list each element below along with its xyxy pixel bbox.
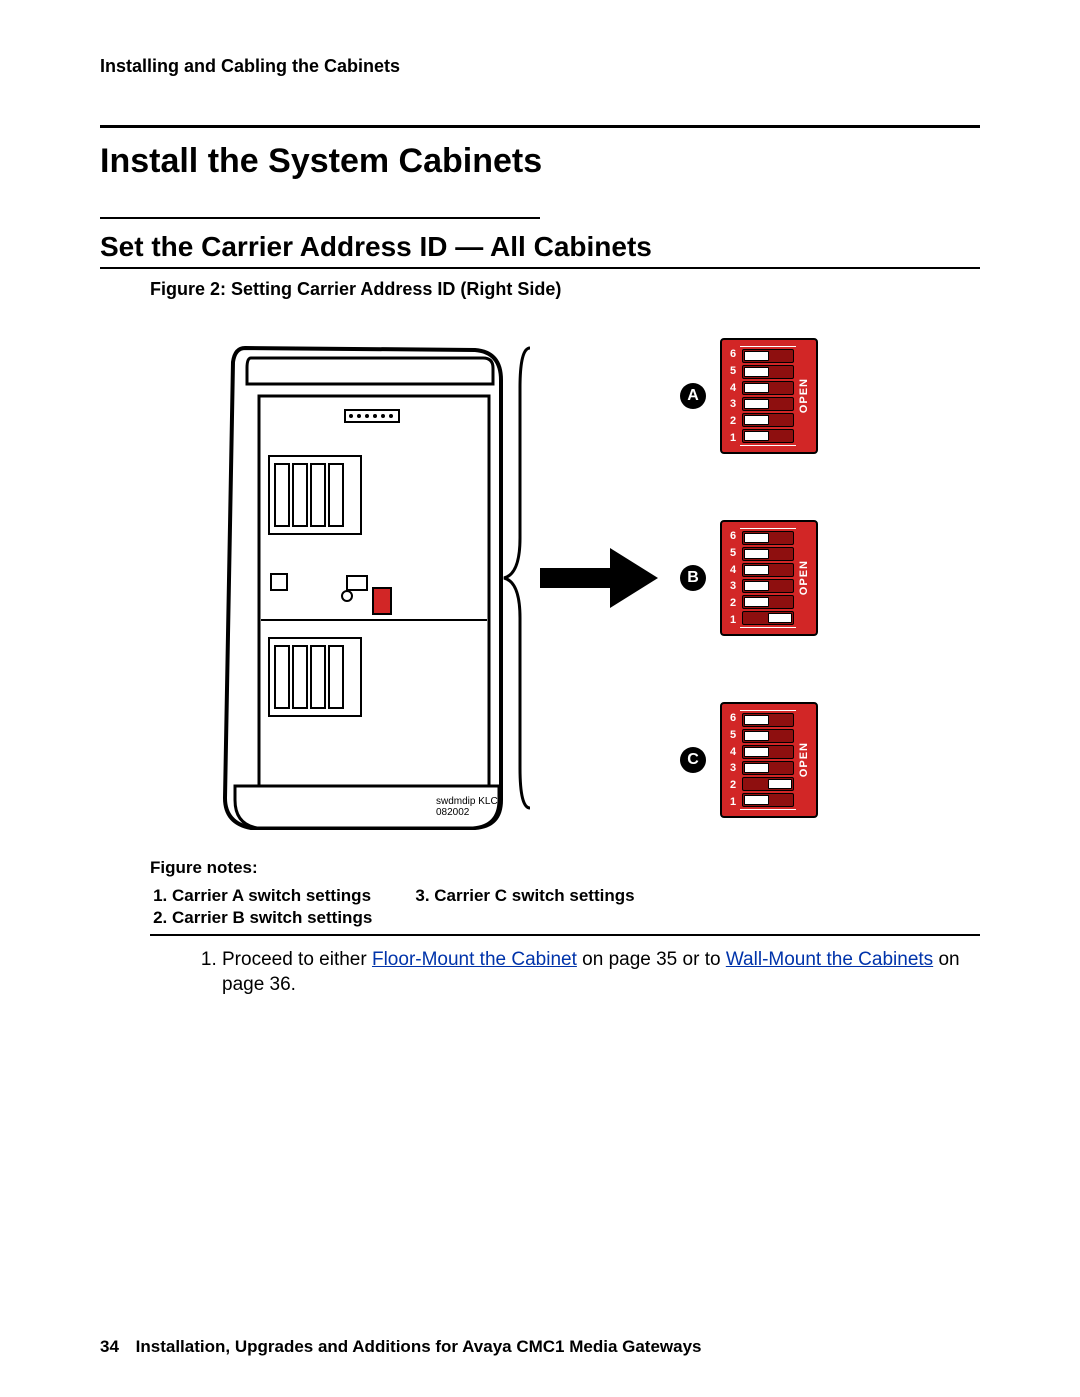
carrier-label-b: B xyxy=(680,565,706,591)
rule-top xyxy=(100,125,980,128)
procedure-list: Proceed to either Floor-Mount the Cabine… xyxy=(200,948,980,997)
procedure-step-1: Proceed to either Floor-Mount the Cabine… xyxy=(222,948,980,997)
dip-row-b: B 123456 OPEN xyxy=(680,520,880,636)
rule-under-h2 xyxy=(100,267,980,269)
dip-switch-c: 123456 OPEN xyxy=(720,702,818,818)
dip-knob xyxy=(744,763,769,773)
dip-sliders xyxy=(740,710,796,810)
dip-slot-4 xyxy=(742,381,794,395)
dip-knob xyxy=(744,399,769,409)
dip-knob xyxy=(744,747,769,757)
dip-knob xyxy=(744,795,769,805)
dip-slot-5 xyxy=(742,365,794,379)
dip-knob xyxy=(768,779,793,789)
page: Installing and Cabling the Cabinets Inst… xyxy=(0,0,1080,1397)
figure-area: swdmdip KLC 082002 A 123456 OPEN B 123456 OPE… xyxy=(100,318,980,838)
figure-note-item: Carrier A switch settings xyxy=(172,886,372,906)
dip-open-label: OPEN xyxy=(796,708,812,812)
heading-1: Install the System Cabinets xyxy=(100,142,980,181)
dip-slot-3 xyxy=(742,579,794,593)
link-wall-mount[interactable]: Wall-Mount the Cabinets xyxy=(726,949,933,970)
figure-notes-col1: Carrier A switch settingsCarrier B switc… xyxy=(150,886,372,930)
figure-notes: Carrier A switch settingsCarrier B switc… xyxy=(150,886,980,930)
figure-note-item: Carrier C switch settings xyxy=(434,886,634,906)
dip-slot-2 xyxy=(742,595,794,609)
dip-switch-a: 123456 OPEN xyxy=(720,338,818,454)
link-floor-mount[interactable]: Floor-Mount the Cabinet xyxy=(372,949,577,970)
dip-knob xyxy=(744,367,769,377)
dip-sliders xyxy=(740,346,796,446)
dip-slot-1 xyxy=(742,429,794,443)
dip-open-label: OPEN xyxy=(796,526,812,630)
dip-row-a: A 123456 OPEN xyxy=(680,338,880,454)
dip-knob xyxy=(744,383,769,393)
dip-knob xyxy=(744,565,769,575)
dip-row-c: C 123456 OPEN xyxy=(680,702,880,818)
dip-slot-6 xyxy=(742,349,794,363)
page-number: 34 xyxy=(100,1337,119,1356)
dip-numbers: 123456 xyxy=(726,708,740,812)
dip-slot-3 xyxy=(742,761,794,775)
dip-knob xyxy=(744,431,769,441)
carrier-label-a: A xyxy=(680,383,706,409)
dip-slot-2 xyxy=(742,777,794,791)
dip-slot-6 xyxy=(742,531,794,545)
figure-notes-title: Figure notes: xyxy=(150,858,980,878)
arrow-right-icon xyxy=(540,538,660,618)
dip-slot-4 xyxy=(742,563,794,577)
dip-open-label: OPEN xyxy=(796,344,812,448)
running-head: Installing and Cabling the Cabinets xyxy=(100,56,980,77)
dip-knob xyxy=(744,549,769,559)
dip-slot-1 xyxy=(742,793,794,807)
dip-sliders xyxy=(740,528,796,628)
page-footer: 34 Installation, Upgrades and Additions … xyxy=(100,1337,702,1357)
dip-slot-3 xyxy=(742,397,794,411)
dip-slot-5 xyxy=(742,729,794,743)
dip-slot-2 xyxy=(742,413,794,427)
brace-icon xyxy=(490,328,550,828)
dip-numbers: 123456 xyxy=(726,344,740,448)
dip-numbers: 123456 xyxy=(726,526,740,630)
callout-arrow xyxy=(540,318,660,838)
dip-slot-5 xyxy=(742,547,794,561)
dip-slot-4 xyxy=(742,745,794,759)
rule-short xyxy=(100,217,540,219)
footer-title: Installation, Upgrades and Additions for… xyxy=(136,1337,702,1356)
dip-switch-column: A 123456 OPEN B 123456 OPEN C 123456 OPEN xyxy=(680,318,880,838)
dip-knob xyxy=(744,715,769,725)
step1-text-mid: on page 35 or to xyxy=(577,949,726,970)
figure-note-item: Carrier B switch settings xyxy=(172,908,372,928)
step1-text-pre: Proceed to either xyxy=(222,949,372,970)
dip-knob xyxy=(744,731,769,741)
cabinet-icon xyxy=(205,338,515,838)
dip-knob xyxy=(744,351,769,361)
dip-knob xyxy=(744,533,769,543)
rule-under-notes xyxy=(150,934,980,936)
figure-notes-col2: Carrier C switch settings xyxy=(412,886,634,930)
dip-switch-b: 123456 OPEN xyxy=(720,520,818,636)
dip-slot-6 xyxy=(742,713,794,727)
carrier-label-c: C xyxy=(680,747,706,773)
dip-knob xyxy=(744,581,769,591)
figure-caption: Figure 2: Setting Carrier Address ID (Ri… xyxy=(150,279,980,300)
dip-slot-1 xyxy=(742,611,794,625)
dip-knob xyxy=(768,613,793,623)
heading-2: Set the Carrier Address ID — All Cabinet… xyxy=(100,231,980,263)
dip-knob xyxy=(744,415,769,425)
cabinet-illustration: swdmdip KLC 082002 xyxy=(200,318,520,838)
dip-knob xyxy=(744,597,769,607)
